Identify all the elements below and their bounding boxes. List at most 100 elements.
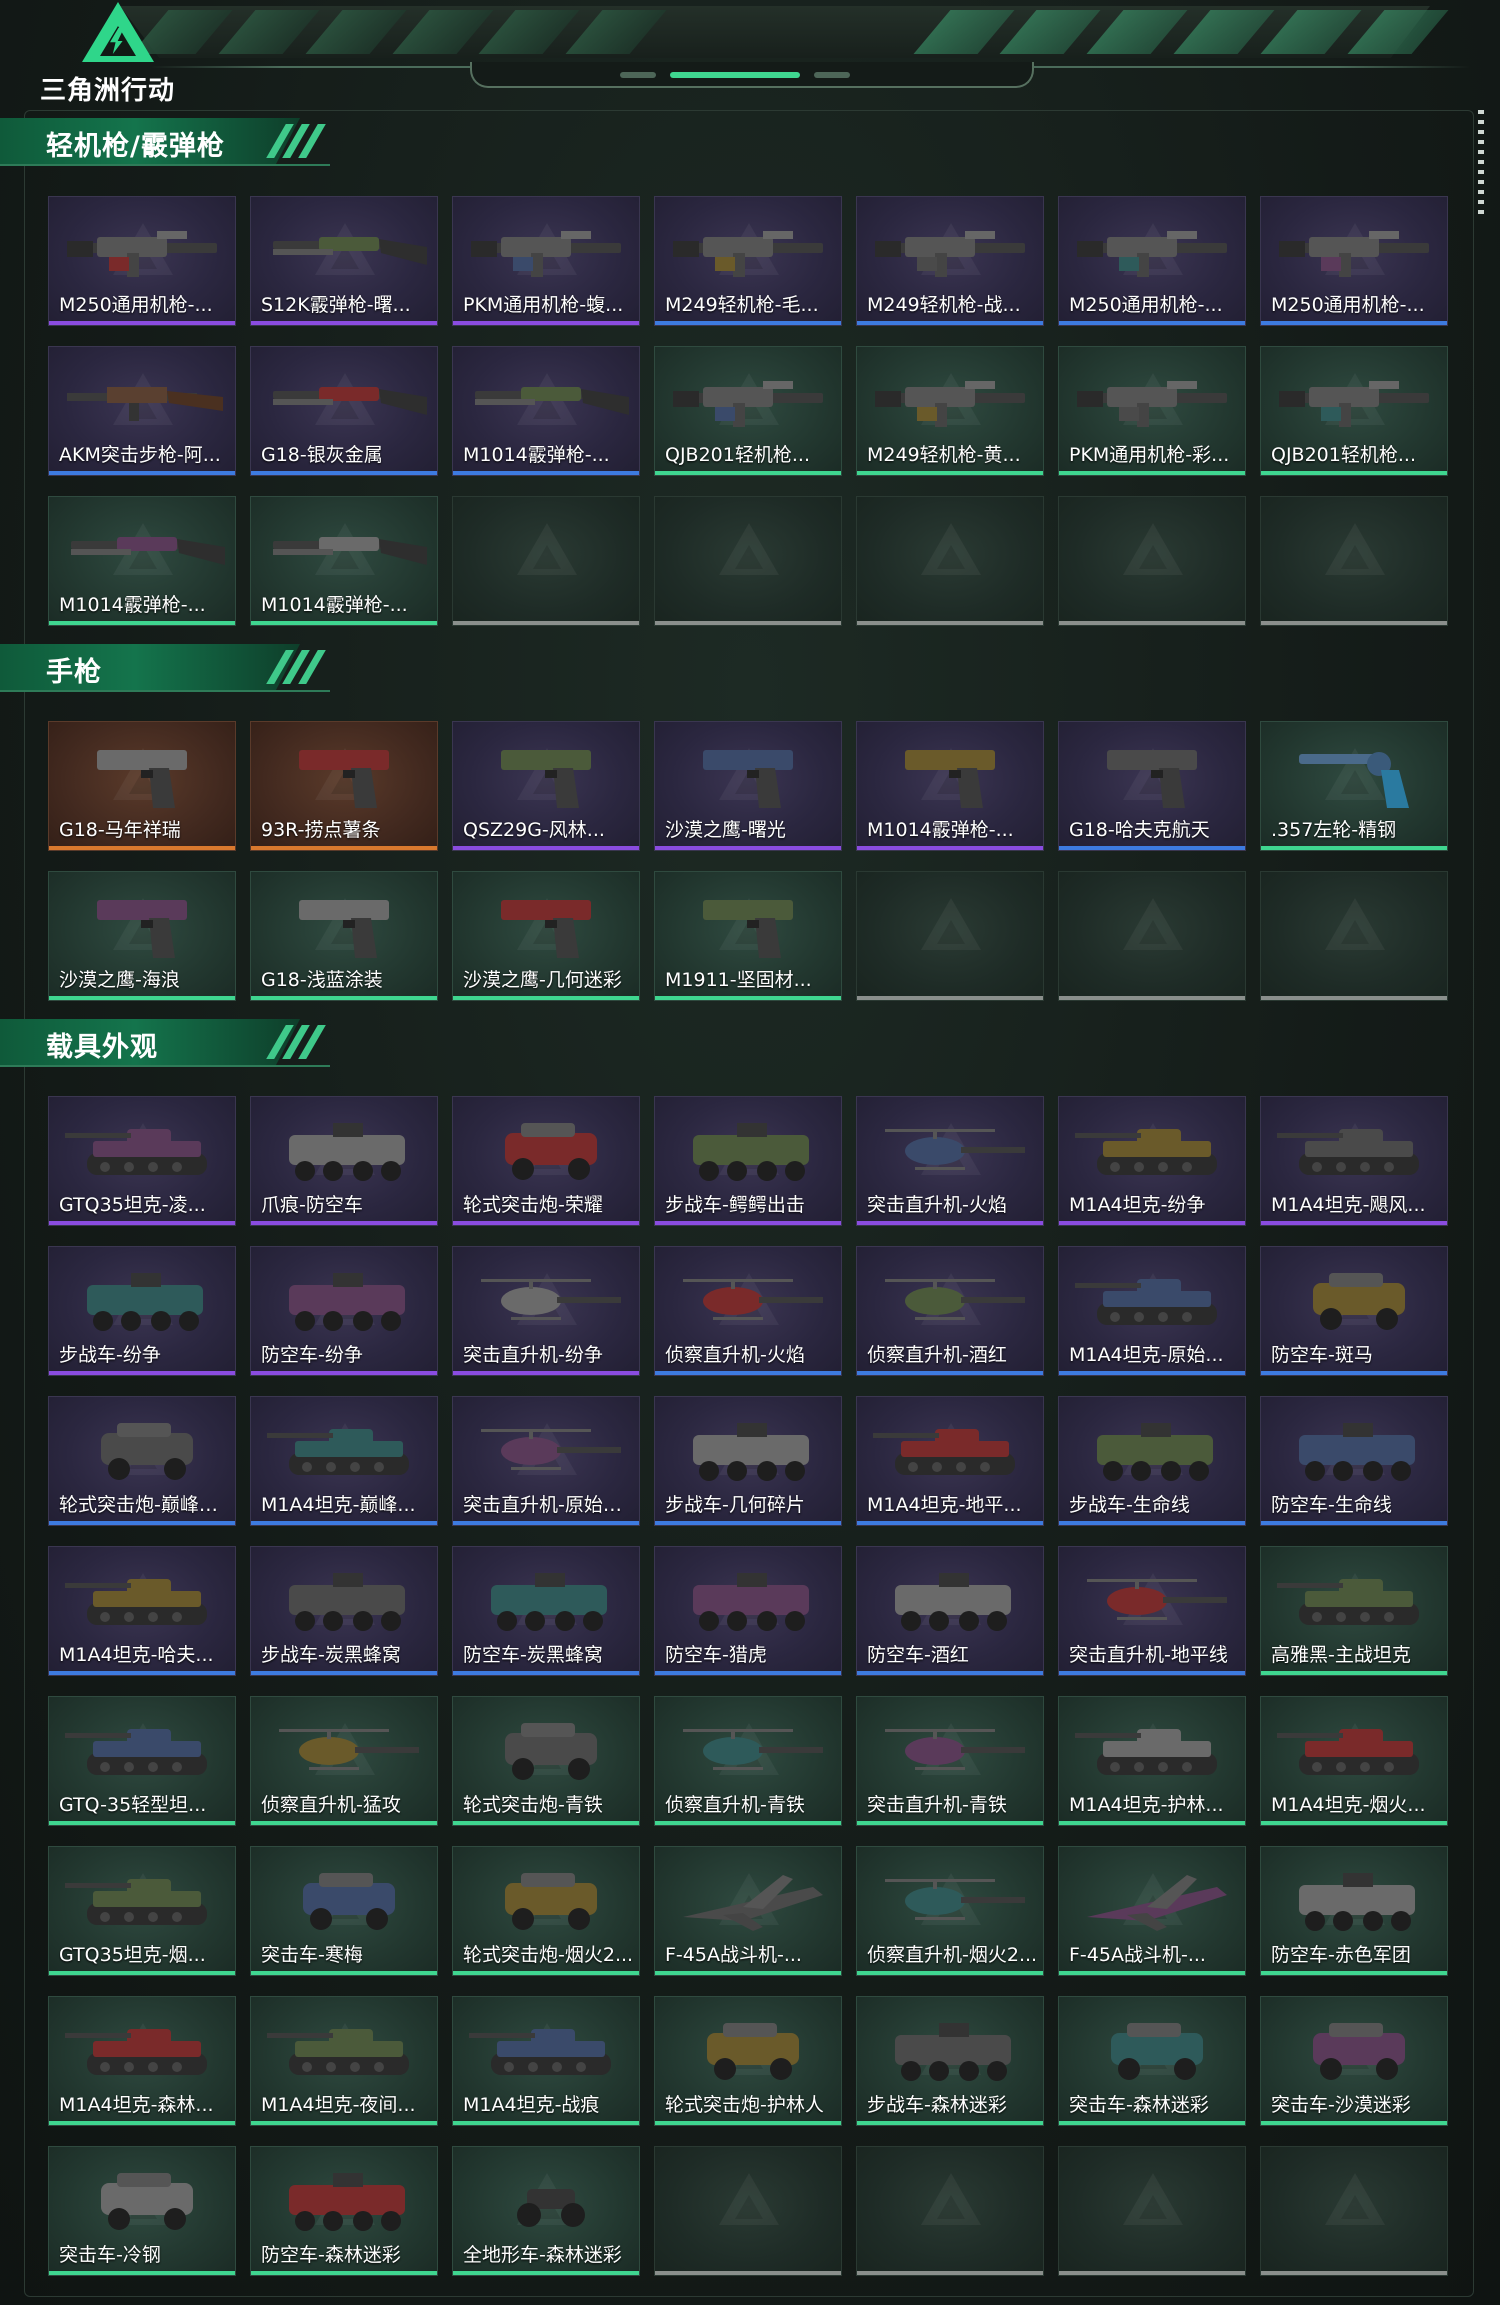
item-card[interactable]: GTQ35坦克-烟... — [48, 1846, 236, 1976]
rarity-bar — [453, 846, 639, 850]
item-card[interactable]: 步战车-鳄鳄出击 — [654, 1096, 842, 1226]
item-card[interactable]: 步战车-生命线 — [1058, 1396, 1246, 1526]
item-card[interactable]: M1A4坦克-夜间... — [250, 1996, 438, 2126]
item-card[interactable]: 步战车-几何碎片 — [654, 1396, 842, 1526]
item-card[interactable]: AKM突击步枪-阿... — [48, 346, 236, 476]
item-card[interactable]: M249轻机枪-毛... — [654, 196, 842, 326]
item-card[interactable]: M1911-坚固材... — [654, 871, 842, 1001]
item-card[interactable]: 侦察直升机-青铁 — [654, 1696, 842, 1826]
item-card[interactable]: 突击直升机-原始伪... — [452, 1396, 640, 1526]
item-card[interactable]: 突击车-森林迷彩 — [1058, 1996, 1246, 2126]
item-label: 侦察直升机-火焰 — [665, 1344, 805, 1366]
item-card[interactable]: 轮式突击炮-荣耀 — [452, 1096, 640, 1226]
item-card[interactable]: PKM通用机枪-彩... — [1058, 346, 1246, 476]
rarity-bar — [1261, 1371, 1447, 1375]
rarity-bar — [453, 1521, 639, 1525]
item-card[interactable]: M1A4坦克-飓风... — [1260, 1096, 1448, 1226]
item-card[interactable]: .357左轮-精钢 — [1260, 721, 1448, 851]
tank-icon — [873, 1429, 1015, 1475]
scrollbar[interactable] — [1478, 110, 1484, 220]
item-card[interactable]: 高雅黑-主战坦克 — [1260, 1546, 1448, 1676]
item-card[interactable]: 轮式突击炮-护林人 — [654, 1996, 842, 2126]
item-card[interactable]: 防空车-炭黑蜂窝 — [452, 1546, 640, 1676]
item-card[interactable]: 步战车-炭黑蜂窝 — [250, 1546, 438, 1676]
item-card[interactable]: QSZ29G-风林... — [452, 721, 640, 851]
rarity-bar — [655, 2271, 841, 2275]
item-card[interactable]: M1014霰弹枪-... — [856, 721, 1044, 851]
item-card[interactable]: 突击直升机-纷争 — [452, 1246, 640, 1376]
item-label: 突击直升机-地平线 — [1069, 1644, 1228, 1666]
item-card[interactable]: PKM通用机枪-蝮... — [452, 196, 640, 326]
item-card[interactable]: M1014霰弹枪-... — [250, 496, 438, 626]
item-card[interactable]: G18-哈夫克航天 — [1058, 721, 1246, 851]
item-card[interactable]: 轮式突击炮-烟火2... — [452, 1846, 640, 1976]
item-card[interactable]: M249轻机枪-战... — [856, 196, 1044, 326]
item-card[interactable]: 侦察直升机-猛攻 — [250, 1696, 438, 1826]
item-card[interactable]: G18-马年祥瑞 — [48, 721, 236, 851]
item-card[interactable]: 防空车-纷争 — [250, 1246, 438, 1376]
rarity-bar — [251, 321, 437, 325]
item-card[interactable]: 防空车-斑马 — [1260, 1246, 1448, 1376]
item-card[interactable]: G18-银灰金属 — [250, 346, 438, 476]
rarity-bar — [49, 2271, 235, 2275]
rarity-bar — [857, 1371, 1043, 1375]
item-label: AKM突击步枪-阿... — [59, 444, 221, 466]
item-card[interactable]: M1A4坦克-地平... — [856, 1396, 1044, 1526]
item-card[interactable]: 防空车-森林迷彩 — [250, 2146, 438, 2276]
item-card[interactable]: 突击车-寒梅 — [250, 1846, 438, 1976]
item-card[interactable]: 全地形车-森林迷彩 — [452, 2146, 640, 2276]
item-card[interactable]: M1014霰弹枪-... — [48, 496, 236, 626]
item-card[interactable]: QJB201轻机枪... — [654, 346, 842, 476]
helicopter-icon — [683, 1279, 823, 1320]
item-card[interactable]: M1A4坦克-原始... — [1058, 1246, 1246, 1376]
item-card[interactable]: G18-浅蓝涂装 — [250, 871, 438, 1001]
rarity-bar — [1261, 471, 1447, 475]
item-card[interactable]: 轮式突击炮-青铁 — [452, 1696, 640, 1826]
item-card[interactable]: 轮式突击炮-巅峰竞... — [48, 1396, 236, 1526]
item-card[interactable]: M1A4坦克-战痕 — [452, 1996, 640, 2126]
item-label: 侦察直升机-青铁 — [665, 1794, 805, 1816]
item-card[interactable]: M1014霰弹枪-... — [452, 346, 640, 476]
item-card[interactable]: 侦察直升机-火焰 — [654, 1246, 842, 1376]
item-card[interactable]: M250通用机枪-... — [1058, 196, 1246, 326]
item-card[interactable]: 突击直升机-地平线 — [1058, 1546, 1246, 1676]
item-card[interactable]: 步战车-纷争 — [48, 1246, 236, 1376]
item-card[interactable]: 沙漠之鹰-曙光 — [654, 721, 842, 851]
item-card[interactable]: M1A4坦克-烟火... — [1260, 1696, 1448, 1826]
item-card[interactable]: M1A4坦克-纷争 — [1058, 1096, 1246, 1226]
item-card[interactable]: 防空车-赤色军团 — [1260, 1846, 1448, 1976]
item-card[interactable]: 爪痕-防空车 — [250, 1096, 438, 1226]
item-card[interactable]: 侦察直升机-烟火2... — [856, 1846, 1044, 1976]
item-card[interactable]: 93R-捞点薯条 — [250, 721, 438, 851]
item-card[interactable]: 防空车-猎虎 — [654, 1546, 842, 1676]
item-card[interactable]: GTQ35坦克-凌... — [48, 1096, 236, 1226]
item-card[interactable]: F-45A战斗机-... — [654, 1846, 842, 1976]
item-label: 防空车-森林迷彩 — [261, 2244, 401, 2266]
rarity-bar — [857, 621, 1043, 625]
item-card[interactable]: GTQ-35轻型坦... — [48, 1696, 236, 1826]
item-card[interactable]: 侦察直升机-酒红 — [856, 1246, 1044, 1376]
rarity-bar — [1261, 621, 1447, 625]
item-card[interactable]: 防空车-生命线 — [1260, 1396, 1448, 1526]
item-card[interactable]: 突击车-沙漠迷彩 — [1260, 1996, 1448, 2126]
item-card[interactable]: 突击车-冷钢 — [48, 2146, 236, 2276]
item-card[interactable]: QJB201轻机枪... — [1260, 346, 1448, 476]
rarity-bar — [251, 1671, 437, 1675]
item-card[interactable]: M1A4坦克-巅峰... — [250, 1396, 438, 1526]
item-label: M1014霰弹枪-... — [867, 819, 1014, 841]
item-card[interactable]: M1A4坦克-哈夫... — [48, 1546, 236, 1676]
item-card[interactable]: M1A4坦克-护林... — [1058, 1696, 1246, 1826]
item-card[interactable]: 突击直升机-火焰 — [856, 1096, 1044, 1226]
item-card[interactable]: 突击直升机-青铁 — [856, 1696, 1044, 1826]
item-card[interactable]: S12K霰弹枪-曙... — [250, 196, 438, 326]
item-card[interactable]: M1A4坦克-森林... — [48, 1996, 236, 2126]
item-card[interactable]: 步战车-森林迷彩 — [856, 1996, 1044, 2126]
item-card[interactable]: 沙漠之鹰-海浪 — [48, 871, 236, 1001]
item-card[interactable]: M250通用机枪-... — [1260, 196, 1448, 326]
item-card[interactable]: M249轻机枪-黄... — [856, 346, 1044, 476]
item-card[interactable]: M250通用机枪-... — [48, 196, 236, 326]
item-card[interactable]: F-45A战斗机-... — [1058, 1846, 1246, 1976]
game-logo: 三角洲行动 — [40, 2, 200, 106]
item-card[interactable]: 沙漠之鹰-几何迷彩 — [452, 871, 640, 1001]
item-card[interactable]: 防空车-酒红 — [856, 1546, 1044, 1676]
